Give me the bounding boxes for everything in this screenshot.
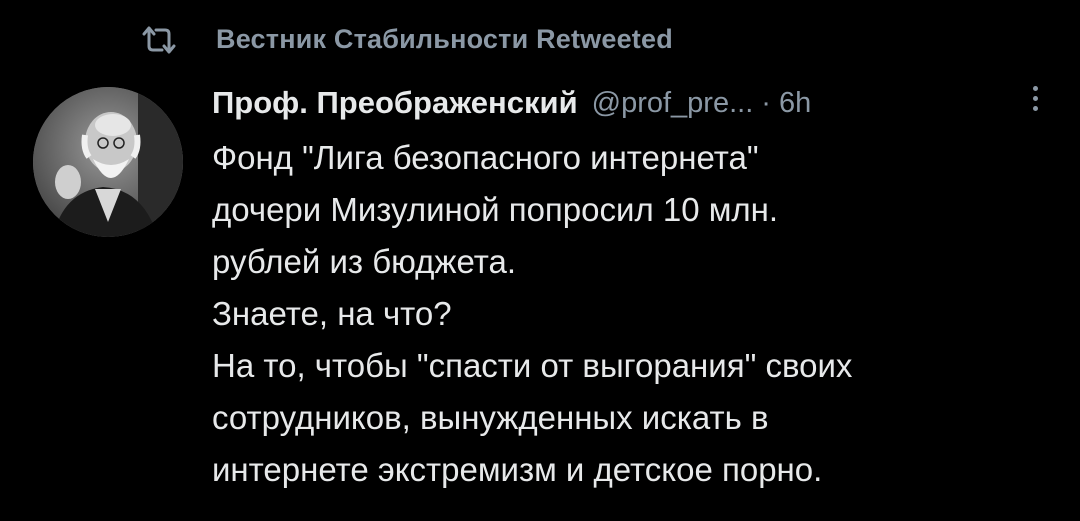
author-name[interactable]: Проф. Преображенский <box>212 85 578 121</box>
tweet-line: дочери Мизулиной попросил 10 млн. <box>212 191 779 228</box>
more-vertical-icon[interactable] <box>1030 86 1040 120</box>
tweet-header: Проф. Преображенский @prof_pre... · 6h <box>212 80 1050 126</box>
tweet-line: рублей из бюджета. <box>212 243 516 280</box>
tweet-line: сотрудников, вынужденных искать в <box>212 399 769 436</box>
retweeted-by-label: Вестник Стабильности Retweeted <box>216 24 673 54</box>
author-handle[interactable]: @prof_pre... <box>592 87 754 120</box>
tweet-line: интернете экстремизм и детское порно. <box>212 451 823 488</box>
tweet-timestamp[interactable]: 6h <box>779 87 811 120</box>
separator-dot: · <box>761 86 771 119</box>
tweet-line: На то, чтобы "спасти от выгорания" своих <box>212 347 853 384</box>
author-avatar[interactable] <box>33 87 183 237</box>
avatar-photo <box>33 87 183 237</box>
tweet-text: Фонд "Лига безопасного интернета" дочери… <box>212 132 1062 496</box>
tweet-line: Знаете, на что? <box>212 295 452 332</box>
retweet-context[interactable]: Вестник Стабильности Retweeted <box>140 24 673 55</box>
tweet-line: Фонд "Лига безопасного интернета" <box>212 139 759 176</box>
retweet-icon <box>142 26 176 53</box>
